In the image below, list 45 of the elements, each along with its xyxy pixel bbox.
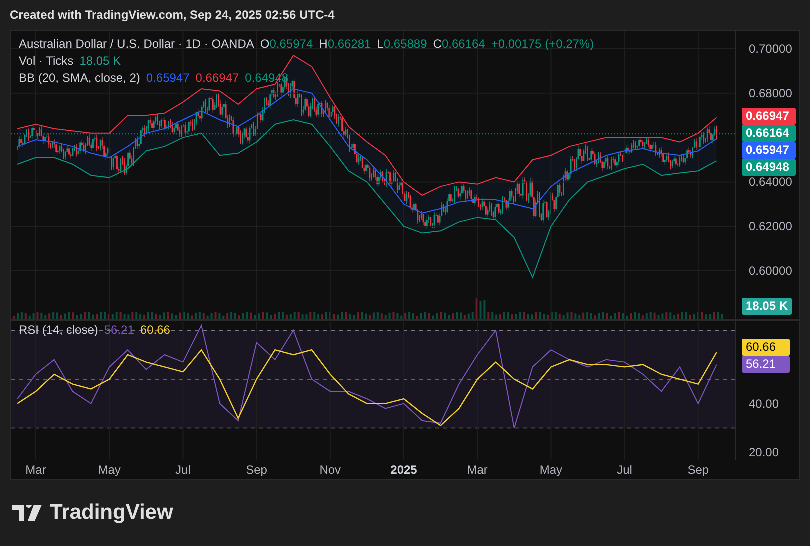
- price-label: 0.64948: [742, 159, 796, 176]
- ohlc-key: O: [260, 36, 270, 52]
- volume-legend-value: 18.05 K: [80, 53, 122, 69]
- axis-label: 0.62000: [749, 220, 792, 234]
- rsi-legend-label: RSI (14, close): [19, 322, 98, 338]
- price-label: 0.66164: [742, 125, 796, 142]
- time-axis-label: Jul: [617, 463, 632, 477]
- axis-label: 0.64000: [749, 175, 792, 190]
- time-axis-label: 2025: [390, 463, 418, 477]
- logo-icon: [12, 505, 42, 521]
- volume-label: 18.05 K: [742, 298, 792, 315]
- time-axis-label: Jul: [176, 463, 191, 477]
- logo-text: TradingView: [50, 500, 174, 526]
- ohlc-value: 0.66281: [328, 36, 372, 52]
- ohlc-value: 0.66164: [442, 36, 486, 52]
- header-text: Created with TradingView.com, Sep 24, 2025 02:56 UTC-4: [10, 7, 335, 24]
- axis-label: 20.00: [749, 446, 780, 460]
- time-axis-label: Sep: [688, 463, 710, 477]
- rsi-value-label: 60.66: [742, 339, 790, 356]
- time-axis-label: May: [98, 463, 121, 477]
- price-label: 0.66947: [742, 108, 796, 125]
- symbol-title: Australian Dollar / U.S. Dollar · 1D · OANDA: [19, 36, 254, 52]
- rsi-legend-value: 60.66: [140, 322, 170, 338]
- axis-label: 0.60000: [749, 264, 792, 278]
- ohlc-key: C: [433, 36, 442, 52]
- rsi-legend-value: 56.21: [104, 322, 134, 338]
- bb-legend-label: BB (20, SMA, close, 2): [19, 70, 140, 86]
- time-axis-label: Nov: [320, 463, 342, 477]
- time-axis-label: Mar: [467, 463, 488, 477]
- volume-legend-label: Vol · Ticks: [19, 53, 74, 69]
- ohlc-key: H: [319, 36, 328, 52]
- ohlc-value: 0.65889: [384, 36, 428, 52]
- time-axis-label: May: [540, 463, 563, 477]
- rsi-value-label: 56.21: [742, 356, 790, 373]
- axis-label: 0.68000: [749, 86, 792, 100]
- axis-label: 40.00: [749, 396, 780, 411]
- ohlc-value: 0.65974: [270, 36, 314, 52]
- price-label: 0.65947: [742, 142, 796, 159]
- bb-legend-value: 0.65947: [146, 70, 190, 86]
- axis-label: 0.70000: [749, 42, 792, 56]
- bb-legend-value: 0.66947: [196, 70, 240, 86]
- price-change: +0.00175 (+0.27%): [491, 36, 594, 52]
- time-axis-label: Sep: [246, 463, 268, 477]
- ohlc-key: L: [377, 36, 384, 52]
- time-axis-label: Mar: [26, 463, 46, 477]
